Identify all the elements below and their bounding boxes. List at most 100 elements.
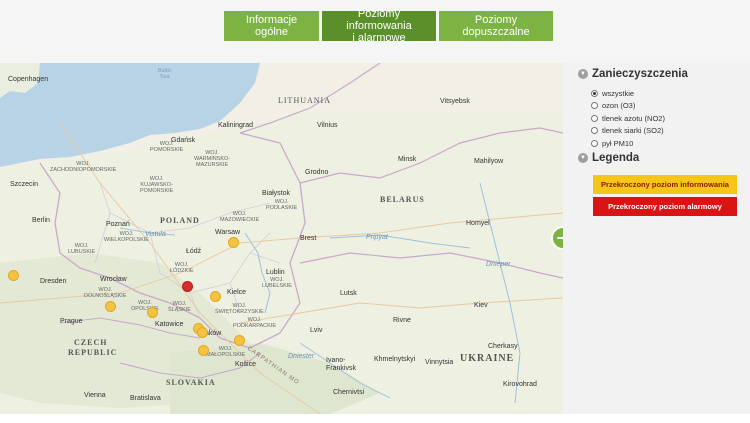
- radio-button[interactable]: [591, 89, 598, 97]
- city-label: Katowice: [155, 321, 184, 328]
- tab-permissible-levels[interactable]: Poziomy dopuszczalne: [439, 11, 553, 41]
- city-label: Vilnius: [317, 122, 338, 129]
- city-label: Berlin: [32, 217, 50, 224]
- country-label-czech-1: CZECH: [74, 338, 108, 347]
- city-label: Łódź: [186, 248, 202, 255]
- station-marker-info[interactable]: [198, 345, 209, 356]
- country-label-slovakia: SLOVAKIA: [166, 378, 216, 387]
- station-marker-info[interactable]: [147, 307, 158, 318]
- city-label: Lublin: [266, 269, 285, 276]
- city-label: Kirovohrad: [503, 381, 537, 388]
- city-label: Minsk: [398, 156, 417, 163]
- river-label: Dniester: [288, 353, 315, 360]
- city-label: Wrocław: [100, 276, 127, 283]
- side-panel: ▼ Zanieczyszczenia wszystkie ozon (O3) t…: [563, 63, 750, 414]
- city-label: Ivano- Frankivsk: [326, 357, 356, 372]
- pollutants-section-header[interactable]: ▼ Zanieczyszczenia: [578, 68, 688, 80]
- voivodeship-label: WOJ. WIELKOPOLSKIE: [104, 231, 149, 243]
- city-label: Kaliningrad: [218, 122, 254, 129]
- chevron-down-icon: ▼: [578, 153, 588, 163]
- station-marker-info[interactable]: [105, 301, 116, 312]
- city-label: Mahilyow: [474, 158, 504, 165]
- pollutant-option-pm10[interactable]: pył PM10: [591, 137, 665, 150]
- sea-label: Baltic Sea: [158, 68, 172, 80]
- pollutant-option-so2[interactable]: tlenek siarki (SO2): [591, 125, 665, 138]
- country-label-poland: POLAND: [160, 216, 200, 225]
- tab-information-alarm-levels[interactable]: Poziomy informowania i alarmowe: [322, 8, 436, 44]
- country-label-belarus: BELARUS: [380, 195, 425, 204]
- pollutant-option-label: pył PM10: [602, 138, 634, 148]
- voivodeship-label: WOJ. PODKARPACKIE: [233, 317, 276, 329]
- tab-general-info[interactable]: Informacje ogólne: [224, 11, 319, 41]
- pollutant-option-label: ozon (O3): [602, 101, 636, 111]
- voivodeship-label: WOJ. ŚLĄSKIE: [168, 301, 191, 313]
- city-label: Vitsyebsk: [440, 98, 470, 105]
- top-bar: Informacje ogólne Poziomy informowania i…: [0, 0, 750, 63]
- city-label: Dresden: [40, 278, 67, 285]
- station-marker-info[interactable]: [8, 270, 19, 281]
- city-label: Vienna: [84, 392, 106, 399]
- city-label: Rivne: [393, 317, 411, 324]
- voivodeship-label: WOJ. WARMIŃSKO- MAZURSKIE: [194, 150, 231, 168]
- voivodeship-label: WOJ. ZACHODNIOPOMORSKIE: [50, 161, 117, 173]
- city-label: Prague: [60, 318, 83, 325]
- river-label: Vistula: [145, 231, 166, 238]
- city-label: Warsaw: [215, 229, 241, 236]
- voivodeship-label: WOJ. POMORSKIE: [150, 141, 184, 153]
- bottom-strip: [0, 414, 750, 423]
- city-label: Chernivtsi: [333, 389, 365, 396]
- station-marker-info[interactable]: [197, 327, 208, 338]
- city-label: Kielce: [227, 289, 247, 296]
- voivodeship-label: WOJ. KUJAWSKO- POMORSKIE: [140, 176, 174, 194]
- tab-bar: Informacje ogólne Poziomy informowania i…: [224, 8, 553, 44]
- voivodeship-label: WOJ. DOLNOŚLĄSKIE: [84, 287, 127, 299]
- pollutant-option-label: wszystkie: [602, 88, 635, 98]
- pollutant-option-no2[interactable]: tlenek azotu (NO2): [591, 112, 665, 125]
- chevron-down-icon: ▼: [578, 69, 588, 79]
- city-label: Khmelnytskyi: [374, 356, 416, 363]
- radio-button[interactable]: [591, 127, 598, 135]
- voivodeship-label: WOJ. PODLASKIE: [266, 199, 298, 211]
- pollutant-option-ozone[interactable]: ozon (O3): [591, 100, 665, 113]
- voivodeship-label: WOJ. LUBUSKIE: [68, 243, 96, 255]
- country-label-czech-2: REPUBLIC: [68, 348, 118, 357]
- country-label-lithuania: LITHUANIA: [278, 96, 331, 105]
- radio-button[interactable]: [591, 139, 598, 147]
- station-marker-alarm[interactable]: [182, 281, 193, 292]
- station-marker-info[interactable]: [234, 335, 245, 346]
- map-view[interactable]: Baltic Sea LITHUANIA POLAND BELARUS CZEC…: [0, 63, 563, 414]
- voivodeship-label: WOJ. MAZOWIECKIE: [220, 211, 260, 223]
- city-label: Grodno: [305, 169, 329, 176]
- city-label: Szczecin: [10, 181, 39, 188]
- city-label: Homyel: [466, 220, 490, 227]
- pollutants-heading: Zanieczyszczenia: [592, 68, 688, 80]
- pollutant-radio-group: wszystkie ozon (O3) tlenek azotu (NO2) t…: [591, 87, 665, 150]
- city-label: Poznań: [106, 221, 130, 228]
- country-label-ukraine: UKRAINE: [460, 353, 515, 364]
- station-marker-info[interactable]: [210, 291, 221, 302]
- voivodeship-label: WOJ. ŚWIĘTOKRZYSKIE: [215, 303, 264, 315]
- river-label: Dnieper: [486, 261, 511, 268]
- city-label: Bratislava: [130, 395, 161, 402]
- city-label: Cherkasy: [488, 343, 518, 350]
- city-label: Kiev: [474, 302, 488, 309]
- radio-button[interactable]: [591, 102, 598, 110]
- voivodeship-label: WOJ. ŁÓDZKIE: [170, 262, 194, 274]
- legend-section-header[interactable]: ▼ Legenda: [578, 152, 639, 164]
- pollutant-option-label: tlenek azotu (NO2): [602, 113, 665, 123]
- voivodeship-label: WOJ. LUBELSKIE: [262, 277, 292, 289]
- city-label: Lutsk: [340, 290, 357, 297]
- city-label: Košice: [235, 361, 257, 368]
- legend-alarm-level: Przekroczony poziom alarmowy: [593, 197, 737, 216]
- station-marker-info[interactable]: [228, 237, 239, 248]
- pollutant-option-label: tlenek siarki (SO2): [602, 126, 664, 136]
- city-label: Vinnytsia: [425, 359, 454, 366]
- legend-info-level: Przekroczony poziom informowania: [593, 175, 737, 194]
- city-label: Brest: [300, 235, 317, 242]
- voivodeship-label: WOJ. MAŁOPOLSKIE: [206, 346, 246, 358]
- radio-button[interactable]: [591, 114, 598, 122]
- pollutant-option-all[interactable]: wszystkie: [591, 87, 665, 100]
- legend-heading: Legenda: [592, 152, 640, 164]
- river-label: Pripyat: [366, 234, 388, 241]
- city-label: Białystok: [262, 190, 291, 197]
